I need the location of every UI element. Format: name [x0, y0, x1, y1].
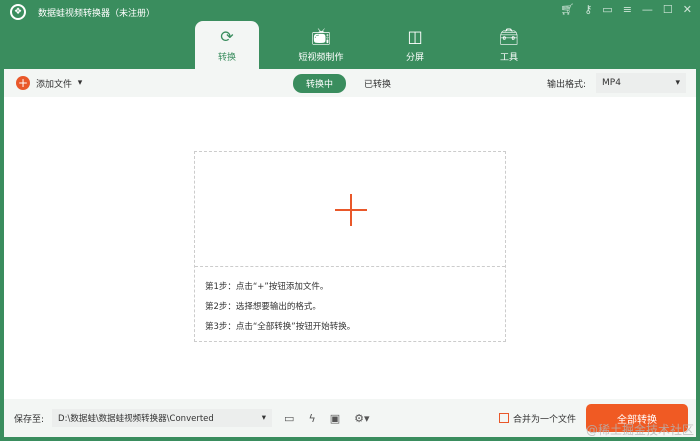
step-3: 第3步：点击“全部转换”按钮开始转换。: [205, 322, 356, 332]
plus-icon[interactable]: [335, 194, 367, 226]
toolbox-icon: 🧰︎: [498, 27, 520, 46]
cart-icon[interactable]: 🛒︎: [560, 3, 574, 16]
acceleration-off-icon[interactable]: ϟ: [308, 412, 315, 425]
chevron-down-icon: ▾: [261, 413, 267, 423]
merge-checkbox[interactable]: 合并为一个文件: [498, 412, 576, 425]
toolbar: + 添加文件 ▾ 转换中 已转换 输出格式: MP4 ▾: [4, 69, 696, 97]
menu-icon[interactable]: ≡: [623, 3, 632, 16]
tab-split-screen[interactable]: ◫ 分屏: [383, 21, 447, 69]
add-area[interactable]: [195, 152, 505, 267]
key-icon[interactable]: ⚷: [584, 3, 592, 16]
gpu-on-icon[interactable]: ▣: [330, 412, 340, 425]
segment-converting[interactable]: 转换中: [293, 74, 347, 93]
save-path-select[interactable]: D:\数据蛙\数据蛙视频转换器\Converted ▾: [52, 409, 273, 427]
instructions: 第1步：点击“+”按钮添加文件。 第2步：选择想要输出的格式。 第3步：点击“全…: [195, 267, 505, 347]
tab-convert[interactable]: ⟳ 转换: [195, 21, 259, 69]
minimize-icon[interactable]: —: [642, 3, 653, 16]
segment-converted[interactable]: 已转换: [364, 77, 391, 90]
step-1: 第1步：点击“+”按钮添加文件。: [205, 282, 329, 292]
status-segments: 转换中 已转换: [293, 74, 391, 93]
main-tabs: ⟳ 转换 📺︎ 短视频制作 ◫ 分屏 🧰︎ 工具: [195, 21, 571, 69]
chevron-down-icon[interactable]: ▾: [78, 78, 83, 88]
settings-icon[interactable]: ⚙▾: [354, 412, 369, 425]
chat-icon[interactable]: ▭: [602, 3, 612, 16]
output-format: 输出格式: MP4 ▾: [547, 73, 686, 93]
title-bar: ❖ 数据蛙视频转换器（未注册）: [10, 4, 155, 20]
window-controls: 🛒︎ ⚷ ▭ ≡ — ☐ ✕: [560, 3, 692, 16]
main-panel: + 添加文件 ▾ 转换中 已转换 输出格式: MP4 ▾ 第1步：点击“+”按钮添加…: [4, 69, 696, 399]
watermark: @稀土掘金技术社区: [585, 423, 694, 437]
save-label: 保存至:: [14, 414, 45, 425]
output-format-select[interactable]: MP4 ▾: [596, 73, 686, 93]
step-2: 第2步：选择想要输出的格式。: [205, 302, 321, 312]
output-format-label: 输出格式:: [546, 79, 586, 90]
add-file-button[interactable]: + 添加文件 ▾: [16, 76, 82, 90]
split-screen-icon: ◫: [407, 27, 423, 46]
plus-icon: +: [16, 76, 30, 90]
convert-icon: ⟳: [220, 27, 234, 46]
folder-icon[interactable]: ▭: [284, 412, 294, 425]
chevron-down-icon: ▾: [675, 78, 680, 88]
tab-short-video[interactable]: 📺︎ 短视频制作: [289, 21, 353, 69]
app-title: 数据蛙视频转换器（未注册）: [38, 8, 156, 19]
close-icon[interactable]: ✕: [683, 3, 692, 16]
drop-zone[interactable]: 第1步：点击“+”按钮添加文件。 第2步：选择想要输出的格式。 第3步：点击“全…: [194, 151, 506, 342]
app-logo: ❖: [10, 4, 26, 20]
maximize-icon[interactable]: ☐: [663, 3, 673, 16]
tab-tools[interactable]: 🧰︎ 工具: [477, 21, 541, 69]
tv-icon: 📺︎: [310, 27, 332, 46]
checkbox[interactable]: [498, 413, 509, 423]
